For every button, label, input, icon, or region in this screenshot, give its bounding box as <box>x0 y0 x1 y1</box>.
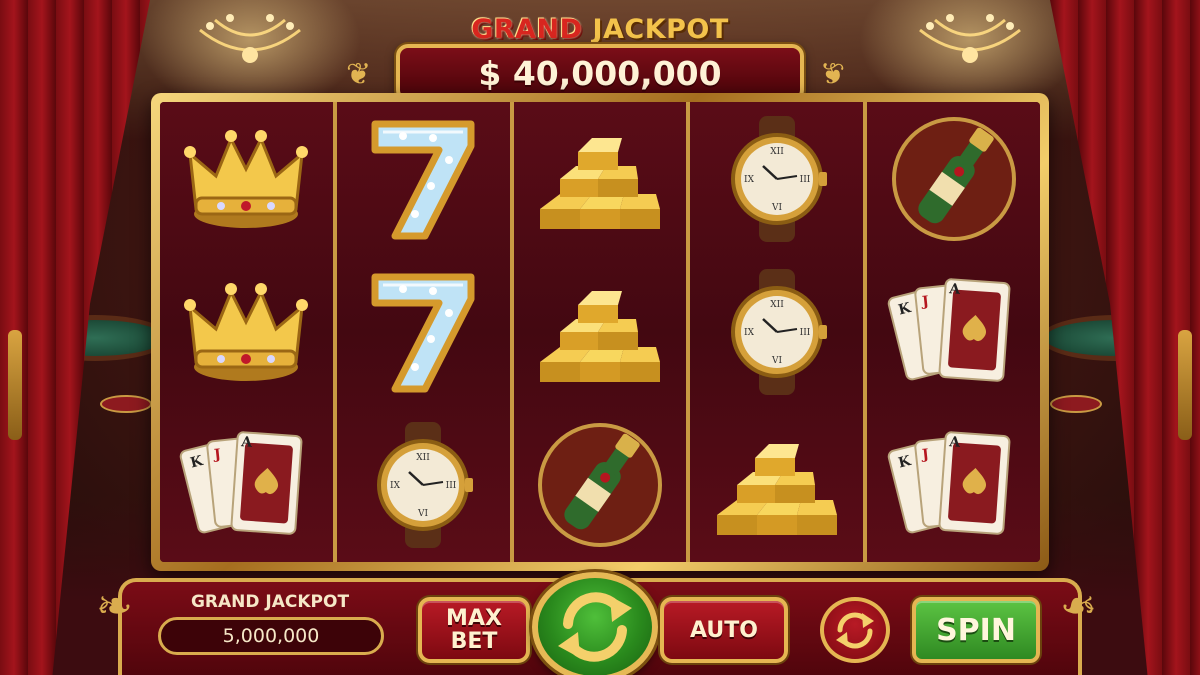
reel-cell <box>171 109 321 249</box>
max-bet-button[interactable]: MAX BET <box>418 597 530 663</box>
svg-text:XII: XII <box>770 147 784 157</box>
jackpot-title-grand: GRAND <box>471 14 583 45</box>
svg-text:VI: VI <box>771 356 782 366</box>
svg-text:IX: IX <box>744 328 755 338</box>
tassel-left <box>8 330 22 440</box>
reel-cell: K J A <box>171 415 321 555</box>
swirl-left-icon: ❧ <box>96 582 133 631</box>
auto-button[interactable]: AUTO <box>660 597 788 663</box>
reels-frame: K J A XII III VI IX XII III VI IX XII II… <box>151 93 1049 571</box>
jackpot-title-jackpot: JACKPOT <box>592 14 729 45</box>
reel-cell: K J A <box>879 415 1029 555</box>
spin-cycle-button[interactable] <box>532 572 658 675</box>
reel: K J A K J A <box>867 102 1040 562</box>
reel-cell <box>525 415 675 555</box>
reel-cell: XII III VI IX <box>702 109 852 249</box>
gold-bars-icon <box>539 137 660 229</box>
jackpot-title: GRAND JACKPOT <box>0 14 1200 45</box>
reel-cell <box>525 109 675 249</box>
svg-text:VI: VI <box>417 509 428 519</box>
spin-button[interactable]: SPIN <box>912 597 1040 663</box>
diamond-seven-icon <box>371 273 475 393</box>
reel-cell <box>702 415 852 555</box>
gold-bars-icon <box>716 444 837 536</box>
diamond-seven-icon <box>371 120 475 240</box>
reel-cell: K J A <box>879 262 1029 402</box>
replay-icon <box>836 612 874 649</box>
jackpot-amount: $ 40,000,000 <box>478 53 722 93</box>
svg-text:III: III <box>446 481 457 491</box>
flourish-right-icon: ❦ <box>820 58 846 91</box>
reels-area: K J A XII III VI IX XII III VI IX XII II… <box>160 102 1040 562</box>
watch-icon: XII III VI IX <box>730 115 827 242</box>
max-bet-label-line1: MAX <box>446 605 502 631</box>
reel-cell: XII III VI IX <box>702 262 852 402</box>
reel-cell <box>171 262 321 402</box>
grand-jackpot-value: 5,000,000 <box>222 625 320 647</box>
reel-cell <box>348 109 498 249</box>
crown-icon <box>184 129 309 228</box>
svg-text:A: A <box>947 434 961 451</box>
tassel-right <box>1178 330 1192 440</box>
reel-cell <box>879 109 1029 249</box>
bar-stool-left <box>100 395 152 413</box>
svg-text:IX: IX <box>744 175 755 185</box>
svg-text:III: III <box>799 328 810 338</box>
flourish-left-icon: ❦ <box>346 58 372 91</box>
gold-bars-icon <box>539 290 660 382</box>
svg-text:III: III <box>799 175 810 185</box>
reel <box>513 102 691 562</box>
champagne-icon <box>891 116 1016 241</box>
max-bet-label-line2: BET <box>450 629 498 654</box>
swirl-right-icon: ❧ <box>1060 582 1097 631</box>
reel-cell <box>525 262 675 402</box>
svg-text:XII: XII <box>770 300 784 310</box>
svg-text:A: A <box>240 434 254 451</box>
grand-jackpot-label: GRAND JACKPOT <box>190 592 350 612</box>
cards-icon: K J A <box>180 431 303 536</box>
watch-icon: XII III VI IX <box>377 422 474 549</box>
refresh-arrows-icon <box>558 592 632 662</box>
svg-text:IX: IX <box>390 481 401 491</box>
svg-text:XII: XII <box>416 453 430 463</box>
champagne-icon <box>537 423 662 548</box>
replay-button[interactable] <box>820 597 890 663</box>
svg-text:A: A <box>947 281 961 298</box>
svg-text:VI: VI <box>771 203 782 213</box>
bar-stool-right <box>1050 395 1102 413</box>
watch-icon: XII III VI IX <box>730 268 827 395</box>
grand-jackpot-value-box: 5,000,000 <box>158 617 384 655</box>
cards-icon: K J A <box>887 278 1011 382</box>
reel: XII III VI IX <box>336 102 514 562</box>
reel: K J A <box>160 102 337 562</box>
crown-icon <box>184 282 309 381</box>
reel-cell <box>348 262 498 402</box>
cards-icon: K J A <box>887 431 1011 536</box>
reel: XII III VI IX XII III VI IX <box>690 102 868 562</box>
reel-cell: XII III VI IX <box>348 415 498 555</box>
